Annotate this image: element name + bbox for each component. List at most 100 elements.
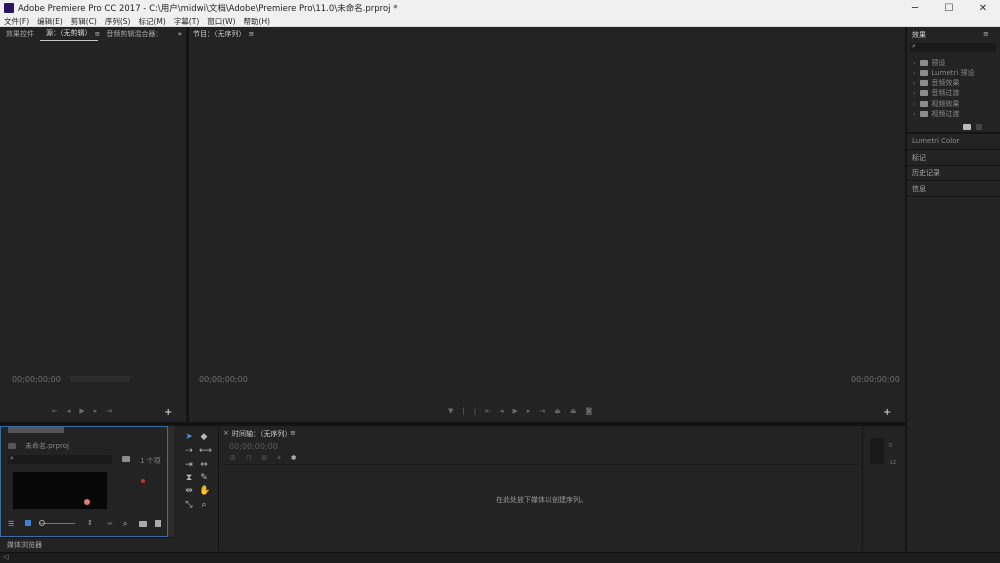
find-icon[interactable]: ⌕ (123, 519, 127, 529)
source-add-button[interactable]: + (164, 407, 172, 418)
timeline-track-area[interactable]: 在此处放下媒体以创建序列。 (219, 464, 861, 551)
new-bin-icon[interactable] (963, 124, 971, 130)
program-add-button[interactable]: + (883, 407, 891, 418)
menu-title[interactable]: 字幕(T) (170, 16, 203, 27)
mark-out-bracket-icon[interactable]: | (474, 407, 476, 415)
effects-search-input[interactable]: ⌕ (910, 42, 996, 52)
new-item-icon[interactable] (155, 520, 161, 527)
menu-marker[interactable]: 标记(M) (134, 16, 169, 27)
step-forward-icon[interactable]: ▸ (527, 407, 531, 415)
project-search-input[interactable]: ⌕ (8, 454, 112, 464)
menu-window[interactable]: 窗口(W) (203, 16, 239, 27)
hand-tool-icon[interactable]: ✋ (199, 486, 210, 496)
razor-tool-icon[interactable]: ⧗ (184, 473, 194, 483)
source-zoom-slider[interactable] (70, 376, 130, 382)
zoom-tool-icon[interactable]: ⌕ (199, 500, 209, 510)
tab-audio-clip-mixer[interactable]: 音频剪辑混合器： (100, 27, 168, 41)
go-to-in-icon[interactable]: ⇤ (485, 407, 491, 415)
lift-icon[interactable]: ⏏ (554, 407, 561, 415)
project-panel: 未命名.prproj ⌕ 1 个项 ☰ ⇕ ▬ ⌕ (0, 426, 168, 537)
menu-icon[interactable]: ≡ (983, 30, 989, 38)
close-icon[interactable]: × (223, 429, 229, 437)
automate-icon[interactable]: ▬ (107, 520, 113, 527)
step-forward-icon[interactable]: ▸ (94, 407, 98, 415)
step-back-icon[interactable]: ◂ (500, 407, 504, 415)
export-frame-icon[interactable]: ◙ (586, 407, 593, 415)
source-timecode[interactable]: 00;00;00;00 (12, 375, 61, 384)
menu-file[interactable]: 文件(F) (0, 16, 33, 27)
razor-blade-icon[interactable]: ◆ (199, 432, 209, 442)
source-panel: 效果控件 源：（无剪辑） ≡ 音频剪辑混合器： » 00;00;00;00 ⇤ … (0, 27, 186, 422)
extract-icon[interactable]: ⏏ (570, 407, 577, 415)
add-marker-icon[interactable]: ▼ (448, 407, 453, 415)
sort-icon[interactable]: ⇕ (87, 519, 93, 527)
slip-tool-icon[interactable]: ⇹ (184, 486, 194, 496)
tab-effect-controls[interactable]: 效果控件 (0, 27, 40, 41)
tree-item-audio-effects[interactable]: › 音频效果 (913, 78, 959, 88)
selection-tool-icon[interactable]: ➤ (184, 432, 194, 442)
status-icon[interactable]: ◁ (3, 553, 8, 561)
mark-out-icon[interactable]: ⇥ (106, 407, 112, 415)
delete-icon[interactable] (976, 124, 982, 130)
section-lumetri-color[interactable]: Lumetri Color (912, 137, 959, 145)
menu-sequence[interactable]: 序列(S) (101, 16, 135, 27)
new-bin-icon[interactable] (139, 521, 147, 527)
wrench-icon[interactable]: ✱ (291, 454, 297, 462)
menu-help[interactable]: 帮助(H) (240, 16, 275, 27)
timeline-panel: × 时间轴：（无序列） ≡ 00;00;00;00 ⊞ ⊓ ⊠ ▾ ✱ 在此处放… (218, 426, 861, 551)
section-markers[interactable]: 标记 (912, 153, 926, 163)
tree-item-video-effects[interactable]: › 视频效果 (913, 99, 959, 109)
minimize-button[interactable]: ─ (898, 0, 932, 16)
mark-in-icon[interactable]: ⇤ (52, 407, 58, 415)
project-tab-strip[interactable] (8, 427, 64, 433)
program-panel: 节目：（无序列） ≡ 00;00;00;00 00;00;00;00 ▼ | |… (189, 27, 905, 422)
effects-title[interactable]: 效果 (912, 30, 926, 40)
menu-edit[interactable]: 编辑(E) (33, 16, 67, 27)
tree-item-presets[interactable]: › 预设 (913, 58, 945, 68)
go-to-out-icon[interactable]: ⇥ (539, 407, 545, 415)
program-timecode-current[interactable]: 00;00;00;00 (199, 375, 248, 384)
menu-icon[interactable]: ≡ (290, 429, 296, 437)
audio-meters-panel: 0 -12 (862, 426, 905, 551)
section-history[interactable]: 历史记录 (912, 168, 940, 178)
slide-tool-icon[interactable]: ✎ (199, 473, 209, 483)
new-bin-icon[interactable] (122, 456, 130, 462)
maximize-button[interactable]: ☐ (932, 0, 966, 16)
nest-icon[interactable]: ⊞ (230, 454, 236, 462)
media-browser-tab[interactable]: 媒体浏览器 (0, 537, 174, 551)
tab-source[interactable]: 源：（无剪辑） (40, 27, 98, 41)
more-tabs-icon[interactable]: » (178, 30, 182, 38)
mark-in-bracket-icon[interactable]: | (462, 407, 464, 415)
icon-view-icon[interactable] (25, 520, 31, 526)
chevron-right-icon: › (913, 69, 916, 77)
linked-selection-icon[interactable]: ⊠ (261, 454, 267, 462)
tree-item-lumetri-presets[interactable]: › Lumetri 预设 (913, 68, 975, 78)
play-icon[interactable]: ▶ (513, 407, 518, 415)
timeline-title[interactable]: 时间轴：（无序列） (232, 429, 292, 439)
add-marker-icon[interactable]: ▾ (277, 454, 281, 462)
play-icon[interactable]: ▶ (79, 407, 84, 415)
chevron-right-icon: › (913, 100, 916, 108)
pen-tool-icon[interactable]: ⤡ (184, 500, 194, 510)
tab-program[interactable]: 节目：（无序列） (189, 27, 252, 41)
tree-item-label: 视频效果 (931, 100, 960, 108)
track-select-tool-icon[interactable]: ⇢ (184, 446, 194, 456)
menu-icon[interactable]: ≡ (249, 30, 255, 38)
program-timecode-duration: 00;00;00;00 (851, 375, 900, 384)
zoom-slider-handle[interactable] (39, 520, 45, 526)
timeline-timecode[interactable]: 00;00;00;00 (229, 442, 278, 451)
tree-item-audio-transitions[interactable]: › 音频过渡 (913, 88, 959, 98)
rolling-edit-tool-icon[interactable]: ⇔ (199, 460, 209, 470)
step-back-icon[interactable]: ◂ (67, 407, 71, 415)
list-view-icon[interactable]: ☰ (8, 520, 14, 528)
snap-icon[interactable]: ⊓ (246, 454, 251, 462)
tree-item-video-transitions[interactable]: › 视频过渡 (913, 109, 959, 119)
section-info[interactable]: 信息 (912, 184, 926, 194)
audio-meter (870, 438, 884, 464)
panel-divider[interactable] (168, 426, 174, 537)
project-thumbnail[interactable] (13, 472, 107, 509)
rate-stretch-tool-icon[interactable]: ⟷ (199, 446, 212, 456)
ripple-edit-tool-icon[interactable]: ⇥ (184, 460, 194, 470)
close-button[interactable]: ✕ (966, 0, 1000, 16)
menu-clip[interactable]: 剪辑(C) (67, 16, 101, 27)
